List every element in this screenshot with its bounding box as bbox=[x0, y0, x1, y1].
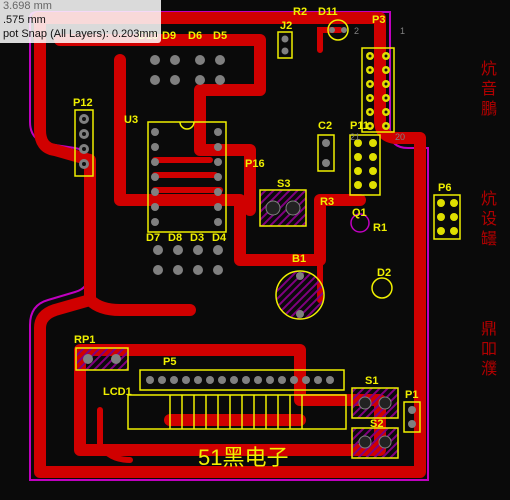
desig-r2: R2 bbox=[293, 6, 307, 18]
desig-d9: D9 bbox=[162, 30, 176, 42]
desig-s3: S3 bbox=[277, 178, 290, 190]
desig-d3: D3 bbox=[190, 232, 204, 244]
desig-rp1: RP1 bbox=[74, 334, 95, 346]
status-line3: pot Snap (All Layers): 0.203mm bbox=[3, 28, 158, 42]
desig-lcd1: LCD1 bbox=[103, 386, 132, 398]
desig-d11: D11 bbox=[318, 6, 338, 18]
pin-1: 1 bbox=[400, 26, 405, 36]
desig-q1: Q1 bbox=[352, 207, 367, 219]
desig-d4: D4 bbox=[212, 232, 226, 244]
status-line2: .575 mm bbox=[3, 14, 158, 28]
desig-j2: J2 bbox=[280, 20, 292, 32]
desig-p3: P3 bbox=[372, 14, 385, 26]
vtext-1: 炕音鵬 bbox=[474, 60, 498, 120]
status-overlay: 3.698 mm .575 mm pot Snap (All Layers): … bbox=[0, 0, 161, 43]
pin-20: 20 bbox=[395, 132, 405, 142]
desig-r1: R1 bbox=[373, 222, 387, 234]
pin-21: 21 bbox=[350, 132, 360, 142]
desig-p16: P16 bbox=[245, 158, 265, 170]
desig-p11: P11 bbox=[350, 120, 369, 132]
desig-d5: D5 bbox=[213, 30, 227, 42]
desig-d2: D2 bbox=[377, 267, 391, 279]
desig-s2: S2 bbox=[370, 418, 383, 430]
desig-b1: B1 bbox=[292, 253, 306, 265]
desig-p6: P6 bbox=[438, 182, 451, 194]
desig-d8: D8 bbox=[168, 232, 182, 244]
status-line1: 3.698 mm bbox=[3, 0, 158, 14]
vtext-3: 鼎吅濮 bbox=[474, 320, 498, 380]
desig-s1: S1 bbox=[365, 375, 378, 387]
desig-p5: P5 bbox=[163, 356, 176, 368]
desig-u3: U3 bbox=[124, 114, 138, 126]
silk-bottom-text: 51黑电子 bbox=[198, 440, 288, 472]
desig-c2: C2 bbox=[318, 120, 332, 132]
desig-p1: P1 bbox=[405, 389, 418, 401]
pcb-svg bbox=[0, 0, 510, 500]
desig-r3: R3 bbox=[320, 196, 334, 208]
vtext-2: 炕设罎 bbox=[474, 190, 498, 250]
desig-d7: D7 bbox=[146, 232, 160, 244]
desig-p12: P12 bbox=[73, 97, 93, 109]
pcb-canvas[interactable]: R2 D11 P3 D10 D9 D6 D5 J2 P12 U3 C2 P11 … bbox=[0, 0, 510, 500]
pin-2: 2 bbox=[354, 26, 359, 36]
desig-d6: D6 bbox=[188, 30, 202, 42]
